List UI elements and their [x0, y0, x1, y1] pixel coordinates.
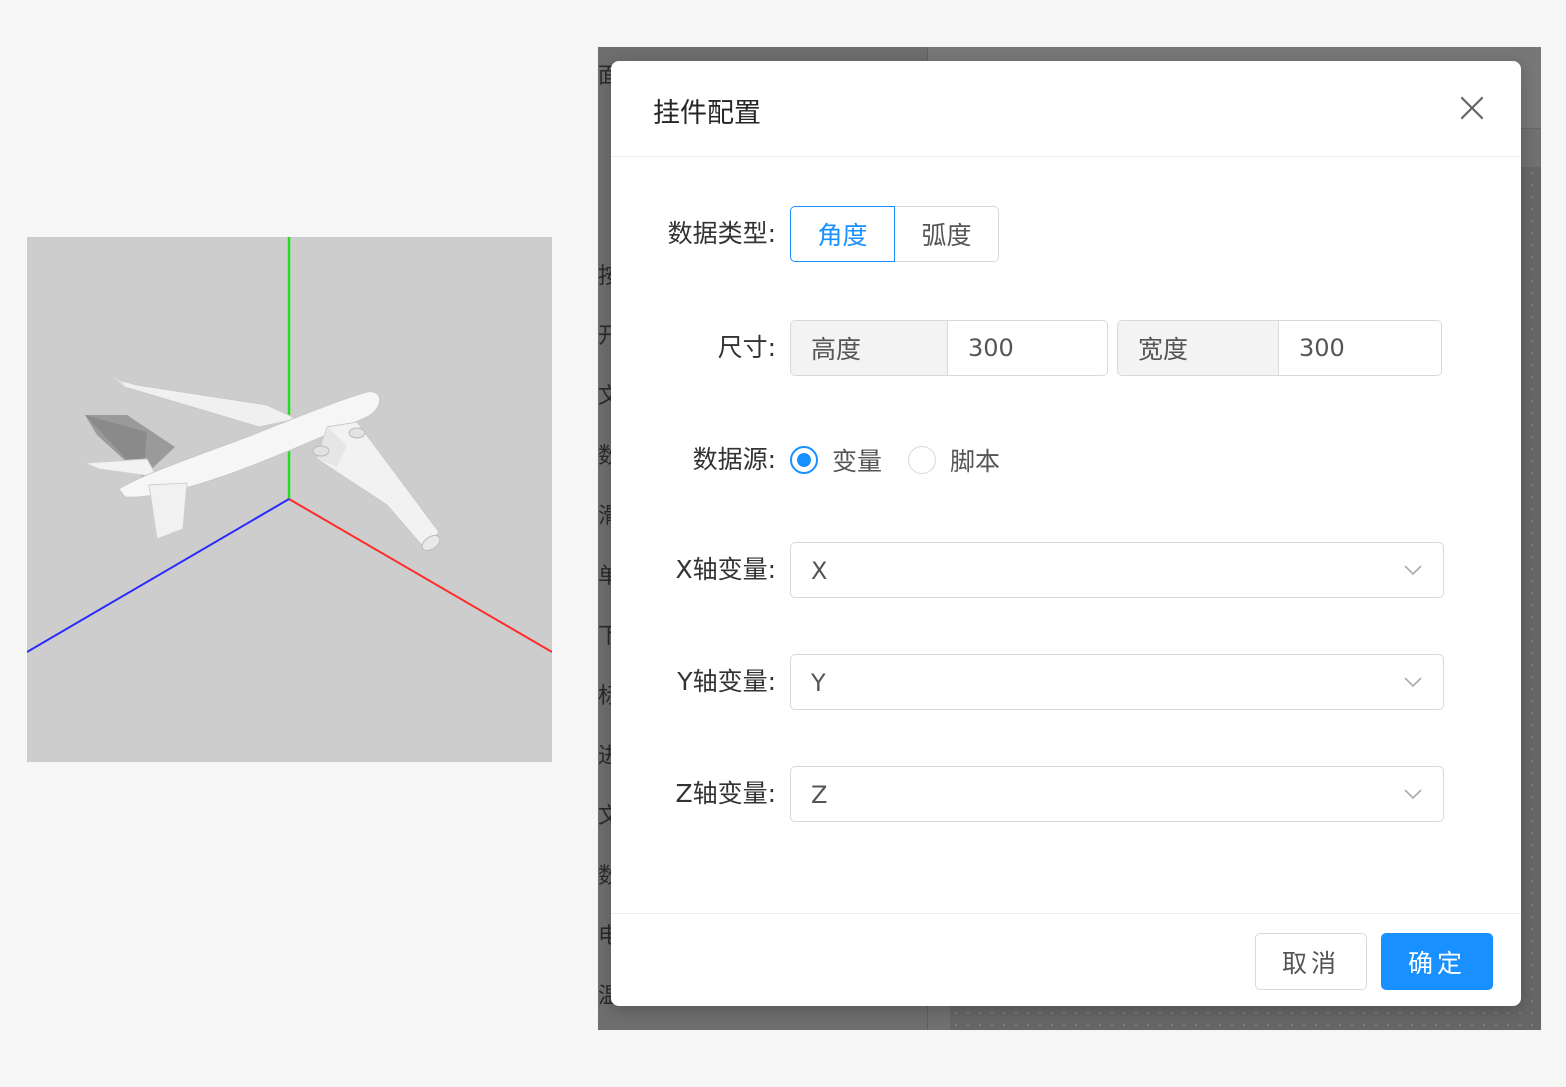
dialog-title: 挂件配置 [653, 98, 761, 129]
height-addon-label: 高度 [791, 321, 949, 375]
airplane-model [84, 377, 441, 552]
x-axis-variable-row: X轴变量: X [611, 542, 1521, 598]
y-axis-variable-select[interactable]: Y [790, 654, 1444, 710]
z-axis-variable-row: Z轴变量: Z [611, 766, 1521, 822]
chevron-down-icon [1404, 789, 1422, 800]
data-type-option-radian[interactable]: 弧度 [895, 206, 999, 262]
data-type-row: 数据类型: 角度 弧度 [611, 206, 1521, 262]
data-type-option-degree[interactable]: 角度 [790, 206, 895, 262]
confirm-button[interactable]: 确定 [1381, 933, 1493, 990]
width-input[interactable]: 300 [1279, 321, 1441, 375]
data-type-label: 数据类型: [667, 219, 776, 248]
data-type-segmented-control: 角度 弧度 [790, 206, 999, 262]
size-row: 尺寸: 高度 300 宽度 300 [611, 320, 1521, 376]
x-axis-variable-value: X [811, 557, 828, 585]
width-input-group: 宽度 300 [1117, 320, 1442, 376]
z-axis-variable-select[interactable]: Z [790, 766, 1444, 822]
radio-variable[interactable]: 变量 [790, 432, 882, 488]
radio-variable-dot[interactable] [790, 446, 818, 474]
3d-model-viewport[interactable] [26, 237, 553, 762]
data-source-row: 数据源: 变量 脚本 [611, 432, 1521, 488]
x-axis-variable-label: X轴变量: [675, 555, 776, 584]
close-icon[interactable] [1459, 95, 1485, 121]
radio-script-label: 脚本 [950, 447, 1001, 476]
y-axis-variable-value: Y [811, 669, 826, 697]
z-axis-variable-value: Z [811, 781, 828, 809]
cancel-button[interactable]: 取消 [1255, 933, 1367, 990]
y-axis-variable-row: Y轴变量: Y [611, 654, 1521, 710]
y-axis-variable-label: Y轴变量: [677, 667, 776, 696]
width-addon-label: 宽度 [1118, 321, 1279, 375]
x-axis-variable-select[interactable]: X [790, 542, 1444, 598]
data-source-label: 数据源: [692, 445, 776, 474]
chevron-down-icon [1404, 677, 1422, 688]
dialog-header: 挂件配置 [611, 61, 1521, 157]
height-input[interactable]: 300 [948, 321, 1107, 375]
airplane-3d-scene [26, 237, 553, 653]
radio-script[interactable]: 脚本 [908, 432, 1000, 488]
z-axis-variable-label: Z轴变量: [675, 779, 776, 808]
widget-config-dialog: 挂件配置 数据类型: 角度 弧度 尺寸: 高度 300 宽度 300 数据源: … [611, 61, 1521, 1006]
size-label: 尺寸: [717, 333, 776, 362]
radio-variable-label: 变量 [832, 447, 883, 476]
dialog-footer: 取消 确定 [611, 913, 1521, 1006]
height-input-group: 高度 300 [790, 320, 1108, 376]
radio-script-dot[interactable] [908, 446, 936, 474]
chevron-down-icon [1404, 565, 1422, 576]
